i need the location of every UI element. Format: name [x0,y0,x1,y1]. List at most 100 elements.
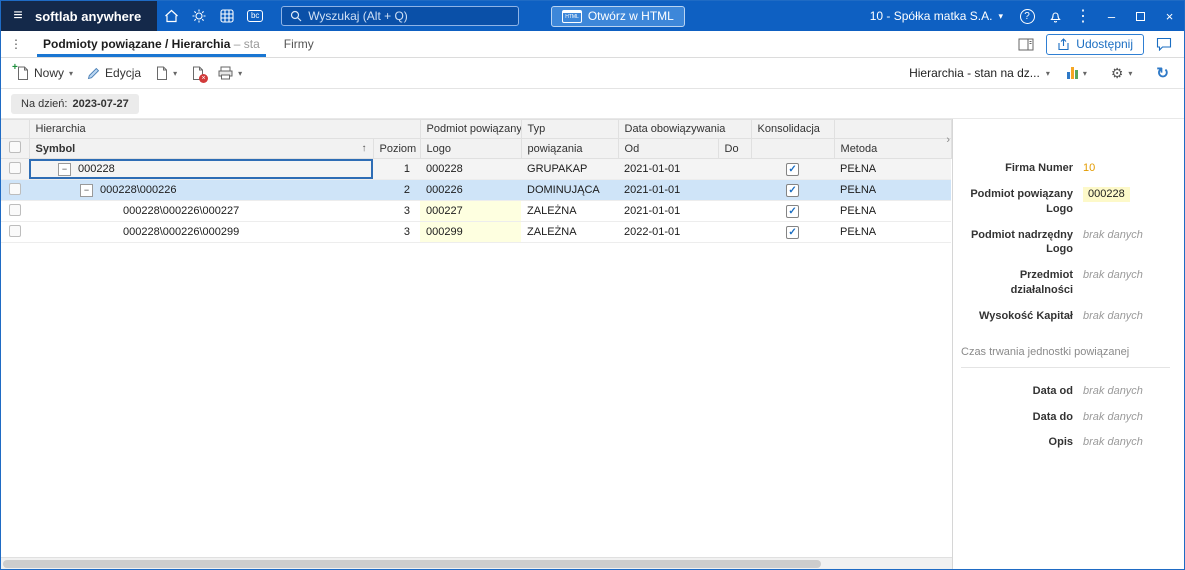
delete-button[interactable]: × [184,62,211,84]
logo-cell[interactable]: 000299 [420,221,522,243]
row-selector[interactable] [1,179,29,201]
column-header-logo[interactable]: Logo [420,138,522,159]
od-cell[interactable]: 2021-01-01 [618,158,719,180]
group-header-konsolidacja[interactable]: Konsolidacja [751,119,835,139]
global-search[interactable] [281,6,520,26]
print-button[interactable]: ▾ [211,62,249,84]
row-selector[interactable] [1,158,29,180]
column-header-powiazania[interactable]: powiązania [521,138,619,159]
share-button[interactable]: Udostępnij [1046,33,1144,55]
poziom-cell[interactable]: 3 [373,200,421,222]
metoda-cell[interactable]: PEŁNA [834,158,952,180]
symbol-cell[interactable]: 000228\000226\000227 [29,200,373,222]
symbol-cell[interactable]: −000228\000226 [29,179,373,201]
poziom-cell[interactable]: 2 [373,179,421,201]
help-icon[interactable]: ? [1013,1,1041,31]
refresh-button[interactable]: ↻ [1149,60,1176,86]
table-row[interactable]: −000228 1 000228 GRUPAKAP 2021-01-01 ✓ P… [1,158,952,180]
group-header-hierarchia[interactable]: Hierarchia [29,119,421,139]
konsolidacja-cell[interactable]: ✓ [751,179,835,201]
logo-cell[interactable]: 000228 [420,158,522,180]
detail-field: Przedmiot działalności brak danych [961,268,1170,298]
konsolidacja-cell[interactable]: ✓ [751,221,835,243]
column-header-od[interactable]: Od [618,138,719,159]
logo-cell[interactable]: 000226 [420,179,522,201]
typ-cell[interactable]: ZALEŻNA [521,200,619,222]
od-cell[interactable]: 2021-01-01 [618,179,719,201]
hamburger-menu-icon[interactable]: ≡ [1,1,35,31]
tree-collapse-icon[interactable]: − [80,183,93,197]
comments-icon[interactable] [1156,37,1172,51]
poziom-cell[interactable]: 1 [373,158,421,180]
more-options-icon[interactable]: ⋮ [1069,1,1097,31]
symbol-cell[interactable]: 000228\000226\000299 [29,221,373,243]
poziom-cell[interactable]: 3 [373,221,421,243]
apps-grid-icon[interactable] [213,1,241,31]
tab-firmy[interactable]: Firmy [272,31,326,57]
tree-collapse-icon[interactable]: − [58,162,71,176]
typ-cell[interactable]: DOMINUJĄCA [521,179,619,201]
symbol-cell[interactable]: −000228 [29,158,373,180]
column-header-symbol[interactable]: Symbol ↑ [29,138,374,159]
do-cell[interactable] [718,158,752,180]
new-document-icon: + [12,62,29,80]
table-row[interactable]: −000228\000226 2 000226 DOMINUJĄCA 2021-… [1,179,952,201]
group-header-podmiot-powiazany[interactable]: Podmiot powiązany [420,119,522,139]
metoda-cell[interactable]: PEŁNA [834,221,952,243]
do-cell[interactable] [718,221,752,243]
group-header-data-obowiazywania[interactable]: Data obowiązywania [618,119,752,139]
do-cell[interactable] [718,200,752,222]
column-header-do[interactable]: Do [718,138,752,159]
logo-cell[interactable]: 000227 [420,200,522,222]
home-icon[interactable] [157,1,185,31]
settings-button[interactable]: ⚙ ▾ [1104,61,1140,86]
metoda-cell[interactable]: PEŁNA [834,179,952,201]
select-all-checkbox[interactable] [1,138,30,159]
checked-checkbox-icon[interactable]: ✓ [786,162,800,176]
detail-value: brak danych [1083,410,1143,423]
column-header-metoda[interactable]: Metoda [834,138,952,159]
tab-menu-icon[interactable]: ⋮ [1,31,31,57]
column-header-konsolidacja-check[interactable] [751,138,835,159]
od-cell[interactable]: 2021-01-01 [618,200,719,222]
html-doc-icon: HTML [562,9,582,23]
notifications-bell-icon[interactable] [1041,1,1069,31]
typ-cell[interactable]: ZALEŻNA [521,221,619,243]
share-icon [1057,37,1070,51]
od-cell[interactable]: 2022-01-01 [618,221,719,243]
edit-button[interactable]: Edycja [80,62,148,84]
close-button[interactable]: × [1155,1,1184,31]
search-input[interactable] [308,9,489,23]
checked-checkbox-icon[interactable]: ✓ [786,183,800,197]
document-actions-button[interactable]: ▾ [148,62,184,84]
group-header-typ[interactable]: Typ [521,119,619,139]
table-row[interactable]: 000228\000226\000227 3 000227 ZALEŻNA 20… [1,200,952,222]
checked-checkbox-icon[interactable]: ✓ [786,225,800,239]
do-cell[interactable] [718,179,752,201]
new-button[interactable]: + Nowy ▾ [9,62,80,84]
view-selector-dropdown[interactable]: Hierarchia - stan na dz... ▾ [909,66,1050,80]
date-filter-chip[interactable]: Na dzień: 2023-07-27 [11,93,139,114]
document-icon [155,66,168,80]
row-selector[interactable] [1,200,29,222]
tab-podmioty-powiazane[interactable]: Podmioty powiązane / Hierarchia – sta [31,31,272,57]
chart-view-button[interactable]: ▾ [1060,63,1094,83]
typ-cell[interactable]: GRUPAKAP [521,158,619,180]
theme-icon[interactable] [185,1,213,31]
konsolidacja-cell[interactable]: ✓ [751,158,835,180]
open-in-html-button[interactable]: HTML Otwórz w HTML [551,5,685,27]
metoda-cell[interactable]: PEŁNA [834,200,952,222]
scrollbar-thumb[interactable] [3,560,821,568]
konsolidacja-cell[interactable]: ✓ [751,200,835,222]
layout-panel-icon[interactable] [1018,38,1034,51]
company-selector[interactable]: 10 - Spółka matka S.A. ▾ [860,9,1013,23]
checked-checkbox-icon[interactable]: ✓ [786,204,800,218]
table-row[interactable]: 000228\000226\000299 3 000299 ZALEŻNA 20… [1,221,952,243]
horizontal-scrollbar[interactable] [1,557,952,569]
row-selector[interactable] [1,221,29,243]
column-chooser-chevron-icon[interactable]: › [946,134,950,146]
column-header-poziom[interactable]: Poziom [373,138,421,159]
bc-module-icon[interactable]: bc [241,1,269,31]
maximize-button[interactable] [1126,1,1155,31]
minimize-button[interactable]: – [1097,1,1126,31]
